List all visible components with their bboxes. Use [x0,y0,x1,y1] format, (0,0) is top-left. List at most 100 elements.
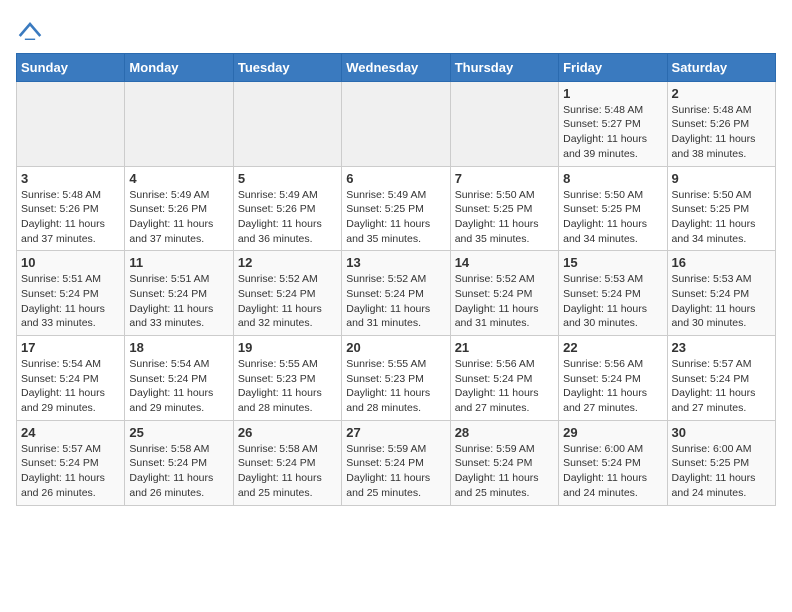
day-info: Sunrise: 5:53 AM Sunset: 5:24 PM Dayligh… [672,272,771,331]
day-number: 5 [238,171,337,186]
day-info: Sunrise: 5:49 AM Sunset: 5:26 PM Dayligh… [129,188,228,247]
day-number: 7 [455,171,554,186]
calendar-cell: 11 Sunrise: 5:51 AM Sunset: 5:24 PM Dayli… [125,251,233,336]
day-number: 19 [238,340,337,355]
day-info: Sunrise: 5:50 AM Sunset: 5:25 PM Dayligh… [455,188,554,247]
day-number: 27 [346,425,445,440]
calendar-cell: 6Sunrise: 5:49 AM Sunset: 5:25 PM Daylig… [342,166,450,251]
day-number: 21 [455,340,554,355]
weekday-header-cell: Sunday [17,53,125,81]
day-info: Sunrise: 5:52 AM Sunset: 5:24 PM Dayligh… [238,272,337,331]
day-number: 4 [129,171,228,186]
logo-icon [18,20,42,40]
day-info: Sunrise: 5:50 AM Sunset: 5:25 PM Dayligh… [672,188,771,247]
calendar-cell: 3 Sunrise: 5:48 AM Sunset: 5:26 PM Daylig… [17,166,125,251]
calendar-cell [233,81,341,166]
calendar-week-row: 17 Sunrise: 5:54 AM Sunset: 5:24 PM Dayli… [17,336,776,421]
calendar-cell: 12Sunrise: 5:52 AM Sunset: 5:24 PM Dayli… [233,251,341,336]
weekday-header-cell: Friday [559,53,667,81]
calendar-cell: 28 Sunrise: 5:59 AM Sunset: 5:24 PM Dayli… [450,420,558,505]
calendar-cell: 22Sunrise: 5:56 AM Sunset: 5:24 PM Dayli… [559,336,667,421]
logo [16,20,42,45]
day-number: 1 [563,86,662,101]
weekday-header-cell: Saturday [667,53,775,81]
weekday-header-cell: Monday [125,53,233,81]
day-number: 24 [21,425,120,440]
day-info: Sunrise: 5:53 AM Sunset: 5:24 PM Dayligh… [563,272,662,331]
day-number: 29 [563,425,662,440]
day-info: Sunrise: 5:48 AM Sunset: 5:26 PM Dayligh… [21,188,120,247]
day-info: Sunrise: 5:49 AM Sunset: 5:26 PM Dayligh… [238,188,337,247]
day-info: Sunrise: 5:54 AM Sunset: 5:24 PM Dayligh… [129,357,228,416]
day-number: 17 [21,340,120,355]
day-number: 26 [238,425,337,440]
calendar-week-row: 24 Sunrise: 5:57 AM Sunset: 5:24 PM Dayli… [17,420,776,505]
weekday-header-cell: Thursday [450,53,558,81]
day-number: 11 [129,255,228,270]
calendar-cell: 29 Sunrise: 6:00 AM Sunset: 5:24 PM Dayli… [559,420,667,505]
day-info: Sunrise: 5:56 AM Sunset: 5:24 PM Dayligh… [563,357,662,416]
calendar-week-row: 10Sunrise: 5:51 AM Sunset: 5:24 PM Dayli… [17,251,776,336]
day-number: 28 [455,425,554,440]
day-info: Sunrise: 5:57 AM Sunset: 5:24 PM Dayligh… [672,357,771,416]
day-info: Sunrise: 5:51 AM Sunset: 5:24 PM Dayligh… [21,272,120,331]
calendar-week-row: 3 Sunrise: 5:48 AM Sunset: 5:26 PM Daylig… [17,166,776,251]
day-info: Sunrise: 5:56 AM Sunset: 5:24 PM Dayligh… [455,357,554,416]
day-info: Sunrise: 5:58 AM Sunset: 5:24 PM Dayligh… [238,442,337,501]
calendar-week-row: 1 Sunrise: 5:48 AM Sunset: 5:27 PM Daylig… [17,81,776,166]
day-info: Sunrise: 5:54 AM Sunset: 5:24 PM Dayligh… [21,357,120,416]
calendar-cell: 26 Sunrise: 5:58 AM Sunset: 5:24 PM Dayli… [233,420,341,505]
day-number: 16 [672,255,771,270]
day-info: Sunrise: 5:52 AM Sunset: 5:24 PM Dayligh… [346,272,445,331]
calendar-cell: 19 Sunrise: 5:55 AM Sunset: 5:23 PM Dayli… [233,336,341,421]
calendar-cell: 10Sunrise: 5:51 AM Sunset: 5:24 PM Dayli… [17,251,125,336]
day-number: 18 [129,340,228,355]
day-number: 14 [455,255,554,270]
day-number: 15 [563,255,662,270]
calendar-cell [342,81,450,166]
calendar-cell [17,81,125,166]
day-info: Sunrise: 5:49 AM Sunset: 5:25 PM Dayligh… [346,188,445,247]
calendar-cell: 21 Sunrise: 5:56 AM Sunset: 5:24 PM Dayli… [450,336,558,421]
calendar-cell: 13 Sunrise: 5:52 AM Sunset: 5:24 PM Dayli… [342,251,450,336]
day-info: Sunrise: 5:55 AM Sunset: 5:23 PM Dayligh… [238,357,337,416]
day-number: 8 [563,171,662,186]
day-info: Sunrise: 5:51 AM Sunset: 5:24 PM Dayligh… [129,272,228,331]
calendar-cell: 23Sunrise: 5:57 AM Sunset: 5:24 PM Dayli… [667,336,775,421]
day-info: Sunrise: 5:48 AM Sunset: 5:27 PM Dayligh… [563,103,662,162]
weekday-header-cell: Wednesday [342,53,450,81]
day-info: Sunrise: 5:57 AM Sunset: 5:24 PM Dayligh… [21,442,120,501]
calendar-cell: 14 Sunrise: 5:52 AM Sunset: 5:24 PM Dayli… [450,251,558,336]
day-number: 30 [672,425,771,440]
day-number: 13 [346,255,445,270]
day-info: Sunrise: 6:00 AM Sunset: 5:24 PM Dayligh… [563,442,662,501]
calendar-cell: 16 Sunrise: 5:53 AM Sunset: 5:24 PM Dayli… [667,251,775,336]
calendar-cell: 5 Sunrise: 5:49 AM Sunset: 5:26 PM Daylig… [233,166,341,251]
day-number: 2 [672,86,771,101]
day-info: Sunrise: 5:52 AM Sunset: 5:24 PM Dayligh… [455,272,554,331]
calendar-cell: 17 Sunrise: 5:54 AM Sunset: 5:24 PM Dayli… [17,336,125,421]
day-number: 25 [129,425,228,440]
day-info: Sunrise: 5:58 AM Sunset: 5:24 PM Dayligh… [129,442,228,501]
calendar-cell: 30 Sunrise: 6:00 AM Sunset: 5:25 PM Dayli… [667,420,775,505]
calendar-cell: 9 Sunrise: 5:50 AM Sunset: 5:25 PM Daylig… [667,166,775,251]
calendar-table: SundayMondayTuesdayWednesdayThursdayFrid… [16,53,776,506]
day-number: 3 [21,171,120,186]
day-info: Sunrise: 5:55 AM Sunset: 5:23 PM Dayligh… [346,357,445,416]
calendar-cell: 24 Sunrise: 5:57 AM Sunset: 5:24 PM Dayli… [17,420,125,505]
calendar-cell: 18 Sunrise: 5:54 AM Sunset: 5:24 PM Dayli… [125,336,233,421]
calendar-cell: 7 Sunrise: 5:50 AM Sunset: 5:25 PM Daylig… [450,166,558,251]
day-info: Sunrise: 6:00 AM Sunset: 5:25 PM Dayligh… [672,442,771,501]
calendar-cell: 4 Sunrise: 5:49 AM Sunset: 5:26 PM Daylig… [125,166,233,251]
calendar-cell [125,81,233,166]
calendar-cell: 2 Sunrise: 5:48 AM Sunset: 5:26 PM Daylig… [667,81,775,166]
calendar-cell: 20 Sunrise: 5:55 AM Sunset: 5:23 PM Dayli… [342,336,450,421]
day-number: 20 [346,340,445,355]
calendar-cell: 15 Sunrise: 5:53 AM Sunset: 5:24 PM Dayli… [559,251,667,336]
day-info: Sunrise: 5:59 AM Sunset: 5:24 PM Dayligh… [455,442,554,501]
day-info: Sunrise: 5:48 AM Sunset: 5:26 PM Dayligh… [672,103,771,162]
calendar-cell: 1 Sunrise: 5:48 AM Sunset: 5:27 PM Daylig… [559,81,667,166]
day-number: 9 [672,171,771,186]
calendar-body: 1 Sunrise: 5:48 AM Sunset: 5:27 PM Daylig… [17,81,776,505]
calendar-cell [450,81,558,166]
